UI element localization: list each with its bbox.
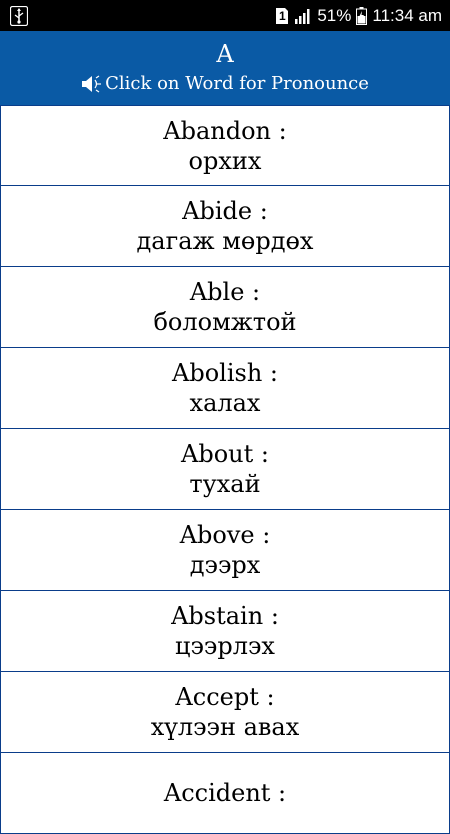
usb-icon — [10, 5, 28, 26]
word-row-about[interactable]: About : тухай — [1, 429, 449, 510]
battery-percent: 51% — [317, 5, 352, 25]
word-translation: хүлээн авах — [150, 713, 300, 741]
word-english: Abolish : — [172, 359, 278, 387]
word-english: Accident : — [163, 779, 287, 807]
word-row-abandon[interactable]: Abandon : орхих — [1, 105, 449, 186]
status-right: 1 51% 11:34 am — [275, 6, 442, 26]
word-english: Abandon : — [163, 116, 287, 145]
word-row-abstain[interactable]: Abstain : цээрлэх — [1, 591, 449, 672]
word-list: Abandon : орхих Abide : дагаж мөрдөх Abl… — [0, 105, 450, 834]
status-bar: 1 51% 11:34 am — [0, 0, 450, 31]
speaker-icon — [81, 74, 103, 94]
word-translation: дээрх — [189, 551, 261, 579]
signal-icon — [294, 8, 312, 24]
word-english: Abide : — [182, 197, 268, 225]
word-english: Abstain : — [171, 602, 279, 630]
word-english: Accept : — [175, 683, 275, 711]
sim-label: 1 — [279, 8, 286, 23]
word-english: About : — [181, 440, 269, 468]
word-row-abolish[interactable]: Abolish : халах — [1, 348, 449, 429]
word-translation: цээрлэх — [175, 632, 275, 660]
word-translation: дагаж мөрдөх — [136, 227, 314, 255]
word-translation: халах — [189, 389, 261, 417]
word-translation: боломжтой — [153, 308, 297, 336]
word-translation: тухай — [189, 470, 261, 498]
page-title: A — [216, 40, 234, 68]
app-header: A Click on Word for Pronounce — [0, 31, 450, 105]
pronounce-hint: Click on Word for Pronounce — [81, 71, 369, 97]
pronounce-hint-text: Click on Word for Pronounce — [105, 73, 369, 94]
sim-icon: 1 — [275, 7, 289, 25]
word-english: Able : — [189, 278, 261, 306]
word-row-abide[interactable]: Abide : дагаж мөрдөх — [1, 186, 449, 267]
word-translation: орхих — [188, 146, 262, 175]
word-english: Above : — [179, 521, 271, 549]
clock: 11:34 am — [372, 5, 442, 25]
word-row-accept[interactable]: Accept : хүлээн авах — [1, 672, 449, 753]
word-row-accident[interactable]: Accident : — [1, 753, 449, 834]
word-row-above[interactable]: Above : дээрх — [1, 510, 449, 591]
word-row-able[interactable]: Able : боломжтой — [1, 267, 449, 348]
status-left — [10, 5, 28, 26]
battery-icon — [356, 6, 368, 25]
